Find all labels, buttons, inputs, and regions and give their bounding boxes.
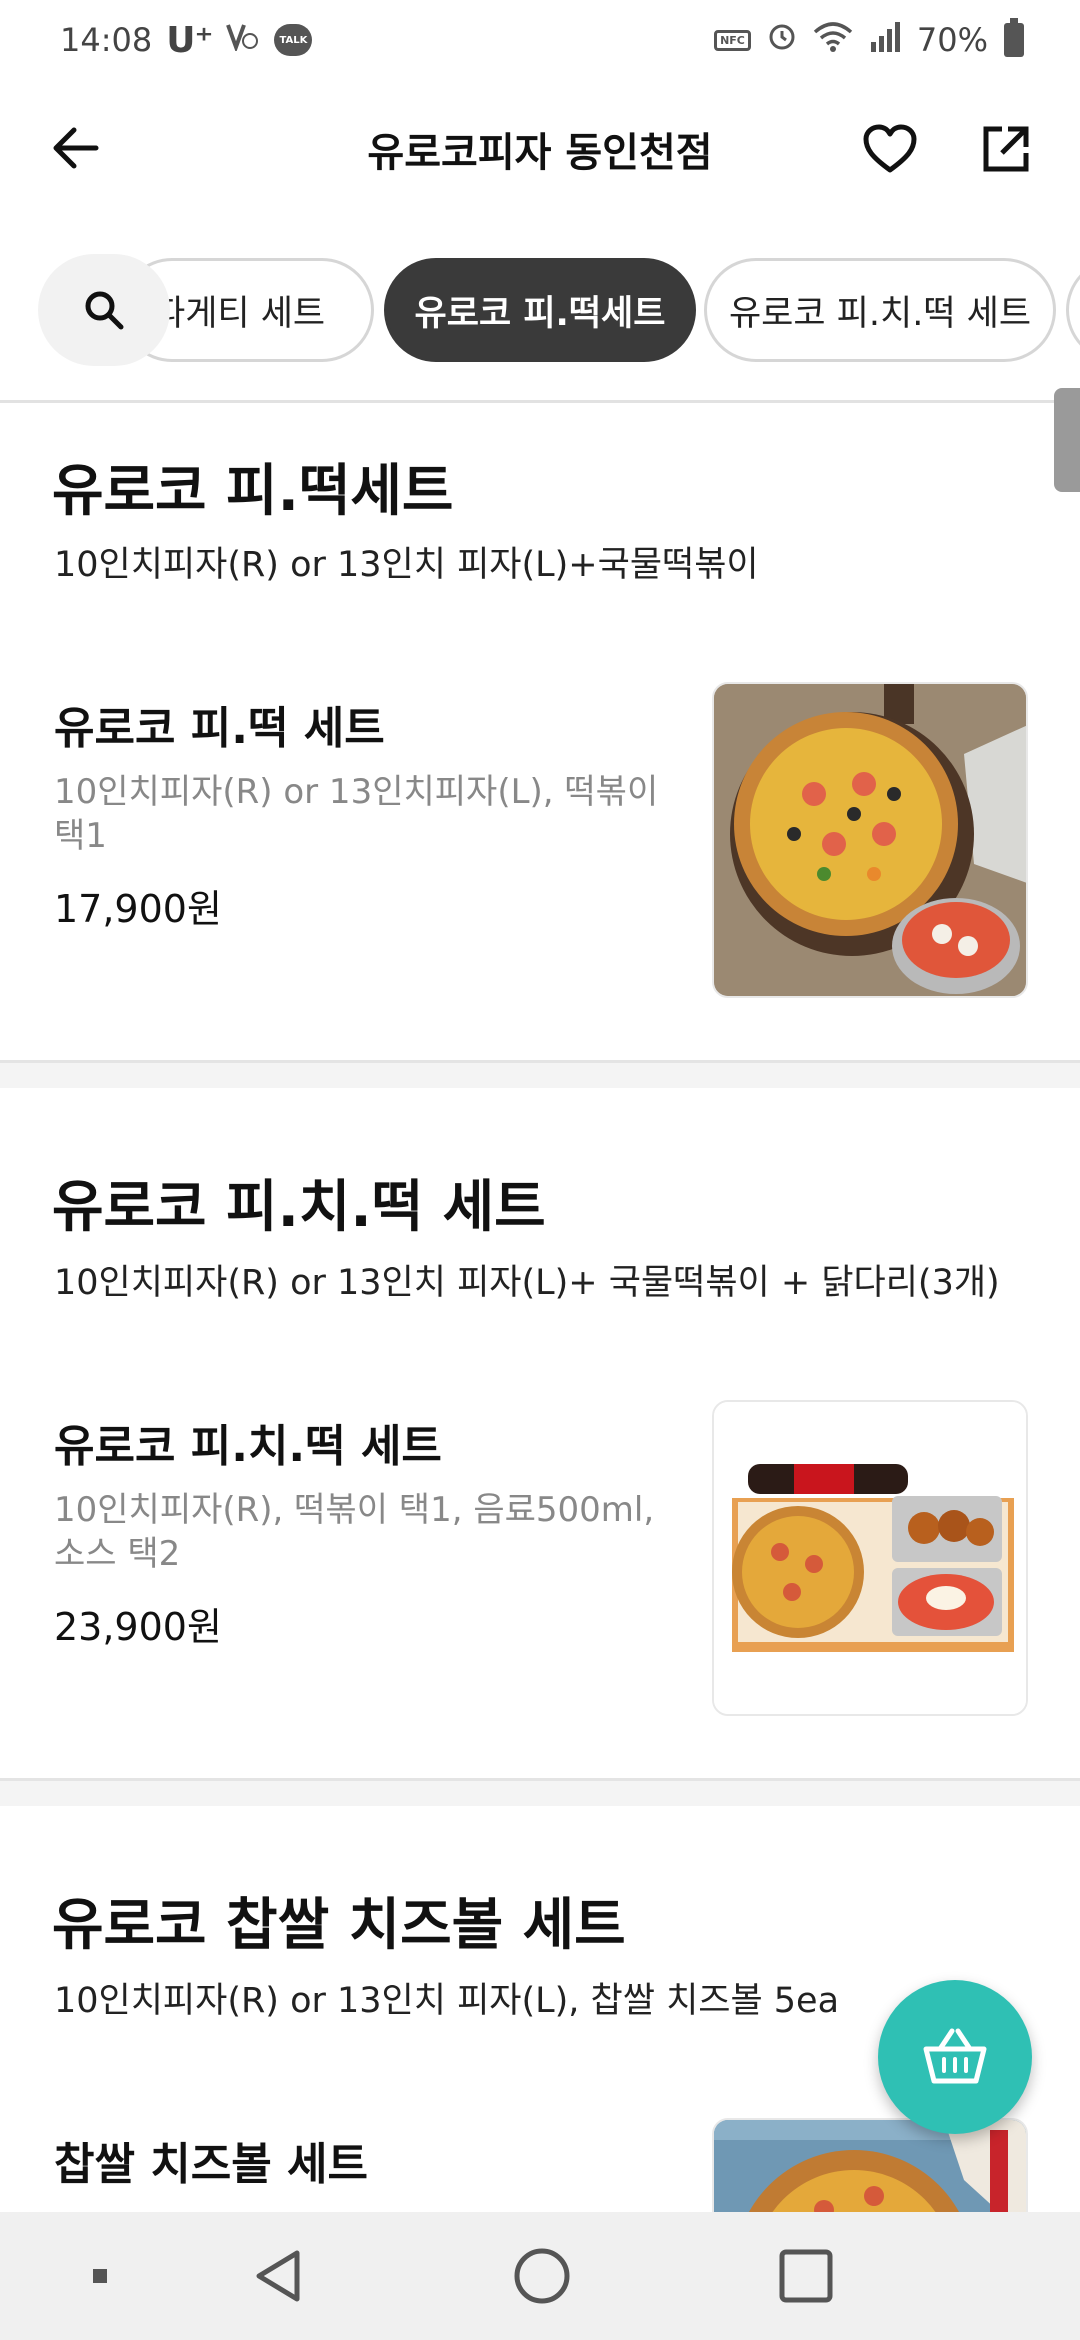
item-photo[interactable] [712,682,1028,998]
item-name: 유로코 피.떡 세트 [54,703,385,754]
share-external-icon [983,126,1029,172]
menu-item[interactable]: 유로코 피.떡 세트 10인치피자(R) or 13인치피자(L), 떡볶이 택… [0,682,1080,1002]
menu-search-button[interactable] [38,254,170,366]
scrollbar-thumb[interactable] [1054,388,1080,492]
item-photo[interactable] [712,2118,1028,2212]
status-bar: 14:08 U⁺ TALK NFC 70% [0,0,1080,80]
item-name: 찹쌀 치즈볼 세트 [54,2139,368,2190]
alarm-icon [767,21,797,59]
menu-item[interactable]: 유로코 피.치.떡 세트 10인치피자(R), 떡볶이 택1, 음료500ml,… [0,1400,1080,1720]
status-right: NFC 70% [714,18,1024,60]
category-tab-bar[interactable]: 파게티 세트 유로코 피.떡세트 유로코 피.치.떡 세트 [0,250,1080,368]
basket-icon [923,2028,987,2084]
triangle-back-icon [256,2250,300,2302]
arrow-left-icon [53,127,99,169]
nav-recents-button[interactable] [756,2236,856,2316]
item-desc-line: 택1 [54,816,107,856]
wifi-icon [813,20,853,60]
system-navigation-bar [0,2212,1080,2340]
volte-icon [226,21,260,59]
section-separator [0,1778,1080,1806]
section-separator [0,1060,1080,1088]
item-name: 유로코 피.치.떡 세트 [54,1421,442,1472]
item-photo[interactable] [712,1400,1028,1716]
status-left: 14:08 U⁺ TALK [60,19,313,61]
nfc-icon: NFC [714,29,751,51]
battery-icon [1004,18,1024,57]
app-header: 유로코피자 동인천점 [0,80,1080,215]
item-desc-line: 10인치피자(R), 떡볶이 택1, 음료500ml, [54,1490,655,1530]
status-time: 14:08 [60,21,153,59]
item-desc-line: 10인치피자(R) or 13인치피자(L), 떡볶이 [54,772,659,812]
item-desc-line: 소스 택2 [54,1534,181,1574]
tab-next[interactable] [1066,258,1080,362]
back-button[interactable] [40,113,110,183]
nav-back-button[interactable] [228,2236,328,2316]
nav-home-button[interactable] [492,2236,592,2316]
signal-icon [869,20,901,60]
item-description: 10인치피자(R), 떡볶이 택1, 음료500ml, 소스 택2 [54,1488,674,1576]
favorite-button[interactable] [854,113,926,185]
share-button[interactable] [970,113,1042,185]
tab-label: 파게티 세트 [153,293,326,334]
tab-label: 유로코 피.치.떡 세트 [728,293,1032,334]
section-description: 10인치피자(R) or 13인치 피자(L)+국물떡볶이 [54,545,759,585]
tab-pizza-tteok-set[interactable]: 유로코 피.떡세트 [384,258,696,362]
menu-item[interactable]: 찹쌀 치즈볼 세트 [0,2118,1080,2212]
section-title: 유로코 찹쌀 치즈볼 세트 [52,1893,626,1958]
battery-percent: 70% [916,21,988,59]
section-description: 10인치피자(R) or 13인치 피자(L), 찹쌀 치즈볼 5ea [54,1981,840,2021]
section-title: 유로코 피.치.떡 세트 [52,1175,546,1240]
square-recents-icon [779,2249,833,2303]
circle-home-icon [514,2248,570,2304]
section-description: 10인치피자(R) or 13인치 피자(L)+ 국물떡볶이 + 닭다리(3개) [54,1263,1000,1303]
carrier-label: U⁺ [166,19,213,61]
kakaotalk-icon: TALK [274,24,313,56]
divider [0,400,1080,403]
item-price: 23,900원 [54,1605,222,1649]
nav-menu-button[interactable] [50,2236,150,2316]
tab-label: 유로코 피.떡세트 [414,293,666,334]
section-title: 유로코 피.떡세트 [52,459,454,524]
square-dot-icon [93,2269,107,2283]
item-description: 10인치피자(R) or 13인치피자(L), 떡볶이 택1 [54,770,674,858]
item-price: 17,900원 [54,887,222,931]
heart-icon [863,124,917,173]
tab-pizza-chicken-tteok-set[interactable]: 유로코 피.치.떡 세트 [704,258,1056,362]
cart-button[interactable] [878,1980,1032,2134]
search-icon [85,291,124,330]
